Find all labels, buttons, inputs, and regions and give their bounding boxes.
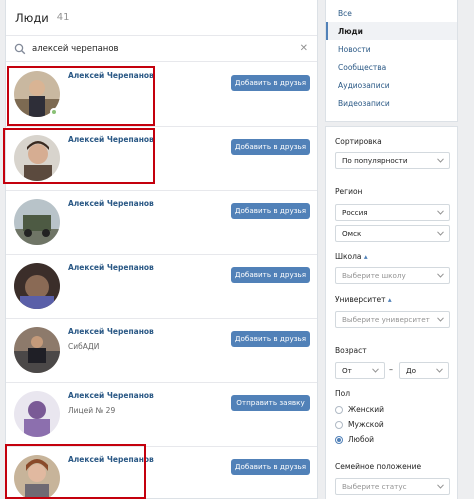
menu-item-audio[interactable]: Аудиозаписи <box>326 76 457 94</box>
avatar-photo <box>14 199 60 245</box>
marital-placeholder: Выберите статус <box>342 482 407 491</box>
age-from-select[interactable]: От <box>335 362 385 379</box>
result-row: Алексей Черепанов Лицей № 29 Отправить зая… <box>6 383 317 447</box>
add-friend-button[interactable]: Добавить в друзья <box>231 139 310 155</box>
result-name-link[interactable]: Алексей Черепанов <box>68 199 154 208</box>
search-results-panel: Люди 41 ✕ Алексей Черепанов Добавить в др… <box>5 0 318 499</box>
avatar-photo <box>14 391 60 437</box>
age-label: Возраст <box>335 346 367 355</box>
menu-item-people[interactable]: Люди <box>326 22 457 40</box>
menu-item-video[interactable]: Видеозаписи <box>326 94 457 112</box>
result-name-link[interactable]: Алексей Черепанов <box>68 135 154 144</box>
avatar-photo <box>14 455 60 498</box>
results-header: Люди 41 <box>6 0 317 36</box>
university-label-text: Университет <box>335 295 386 304</box>
result-row: Алексей Черепанов Добавить в друзья <box>6 447 317 498</box>
age-from-value: От <box>342 366 352 375</box>
city-value: Омск <box>342 229 362 238</box>
chevron-down-icon <box>372 368 379 373</box>
result-name-link[interactable]: Алексей Черепанов <box>68 263 154 272</box>
sort-value: По популярности <box>342 156 408 165</box>
sort-label: Сортировка <box>335 137 382 146</box>
online-indicator-icon <box>50 108 58 116</box>
radio-icon <box>335 405 343 414</box>
chevron-down-icon <box>437 210 444 215</box>
filters-panel: Сортировка По популярности Регион Россия… <box>325 126 458 499</box>
school-label-text: Школа <box>335 252 362 261</box>
search-icon <box>14 43 26 54</box>
chevron-down-icon <box>437 317 444 322</box>
avatar[interactable] <box>14 455 60 498</box>
result-row: Алексей Черепанов Добавить в друзья <box>6 255 317 319</box>
result-subtitle: СибАДИ <box>68 342 100 351</box>
chevron-down-icon <box>437 231 444 236</box>
result-row: Алексей Черепанов СибАДИ Добавить в друзья <box>6 319 317 383</box>
gender-any-label: Любой <box>348 435 375 444</box>
gender-any-radio[interactable]: Любой <box>335 435 374 444</box>
search-bar: ✕ <box>6 36 317 62</box>
page-title: Люди <box>15 10 49 25</box>
school-select[interactable]: Выберите школу <box>335 267 450 284</box>
search-input[interactable] <box>32 43 300 54</box>
result-row: Алексей Черепанов Добавить в друзья <box>6 63 317 127</box>
school-label[interactable]: Школа ▴ <box>335 252 368 261</box>
add-friend-button[interactable]: Добавить в друзья <box>231 459 310 475</box>
age-to-value: До <box>406 366 417 375</box>
section-menu: Все Люди Новости Сообщества Аудиозаписи … <box>325 0 458 122</box>
radio-checked-icon <box>335 435 343 444</box>
age-to-select[interactable]: До <box>399 362 449 379</box>
age-dash: – <box>389 365 393 374</box>
result-row: Алексей Черепанов Добавить в друзья <box>6 191 317 255</box>
sort-select[interactable]: По популярности <box>335 152 450 169</box>
chevron-down-icon <box>437 484 444 489</box>
avatar[interactable] <box>14 135 60 181</box>
results-count: 41 <box>56 12 70 23</box>
result-subtitle: Лицей № 29 <box>68 406 116 415</box>
region-label: Регион <box>335 187 363 196</box>
university-label[interactable]: Университет ▴ <box>335 295 392 304</box>
chevron-down-icon <box>436 368 443 373</box>
result-name-link[interactable]: Алексей Черепанов <box>68 71 154 80</box>
country-select[interactable]: Россия <box>335 204 450 221</box>
avatar[interactable] <box>14 327 60 373</box>
radio-icon <box>335 420 343 429</box>
menu-item-news[interactable]: Новости <box>326 40 457 58</box>
chevron-down-icon <box>437 158 444 163</box>
result-name-link[interactable]: Алексей Черепанов <box>68 455 154 464</box>
marital-select[interactable]: Выберите статус <box>335 478 450 495</box>
avatar[interactable] <box>14 391 60 437</box>
marital-label: Семейное положение <box>335 462 422 471</box>
add-friend-button[interactable]: Добавить в друзья <box>231 331 310 347</box>
add-friend-button[interactable]: Добавить в друзья <box>231 75 310 91</box>
add-friend-button[interactable]: Добавить в друзья <box>231 203 310 219</box>
gender-label: Пол <box>335 389 351 398</box>
collapse-icon: ▴ <box>363 252 368 261</box>
collapse-icon: ▴ <box>387 295 392 304</box>
gender-female-label: Женский <box>348 405 384 414</box>
result-name-link[interactable]: Алексей Черепанов <box>68 327 154 336</box>
school-placeholder: Выберите школу <box>342 271 406 280</box>
university-placeholder: Выберите университет <box>342 315 430 324</box>
add-friend-button[interactable]: Отправить заявку <box>231 395 310 411</box>
gender-male-radio[interactable]: Мужской <box>335 420 384 429</box>
avatar[interactable] <box>14 199 60 245</box>
university-select[interactable]: Выберите университет <box>335 311 450 328</box>
avatar-photo <box>14 135 60 181</box>
avatar-photo <box>14 263 60 309</box>
add-friend-button[interactable]: Добавить в друзья <box>231 267 310 283</box>
country-value: Россия <box>342 208 368 217</box>
city-select[interactable]: Омск <box>335 225 450 242</box>
avatar-photo <box>14 327 60 373</box>
chevron-down-icon <box>437 273 444 278</box>
gender-male-label: Мужской <box>348 420 384 429</box>
avatar[interactable] <box>14 263 60 309</box>
result-name-link[interactable]: Алексей Черепанов <box>68 391 154 400</box>
clear-search-icon[interactable]: ✕ <box>300 43 308 54</box>
result-row: Алексей Черепанов Добавить в друзья <box>6 127 317 191</box>
menu-item-communities[interactable]: Сообщества <box>326 58 457 76</box>
gender-female-radio[interactable]: Женский <box>335 405 384 414</box>
menu-item-all[interactable]: Все <box>326 4 457 22</box>
